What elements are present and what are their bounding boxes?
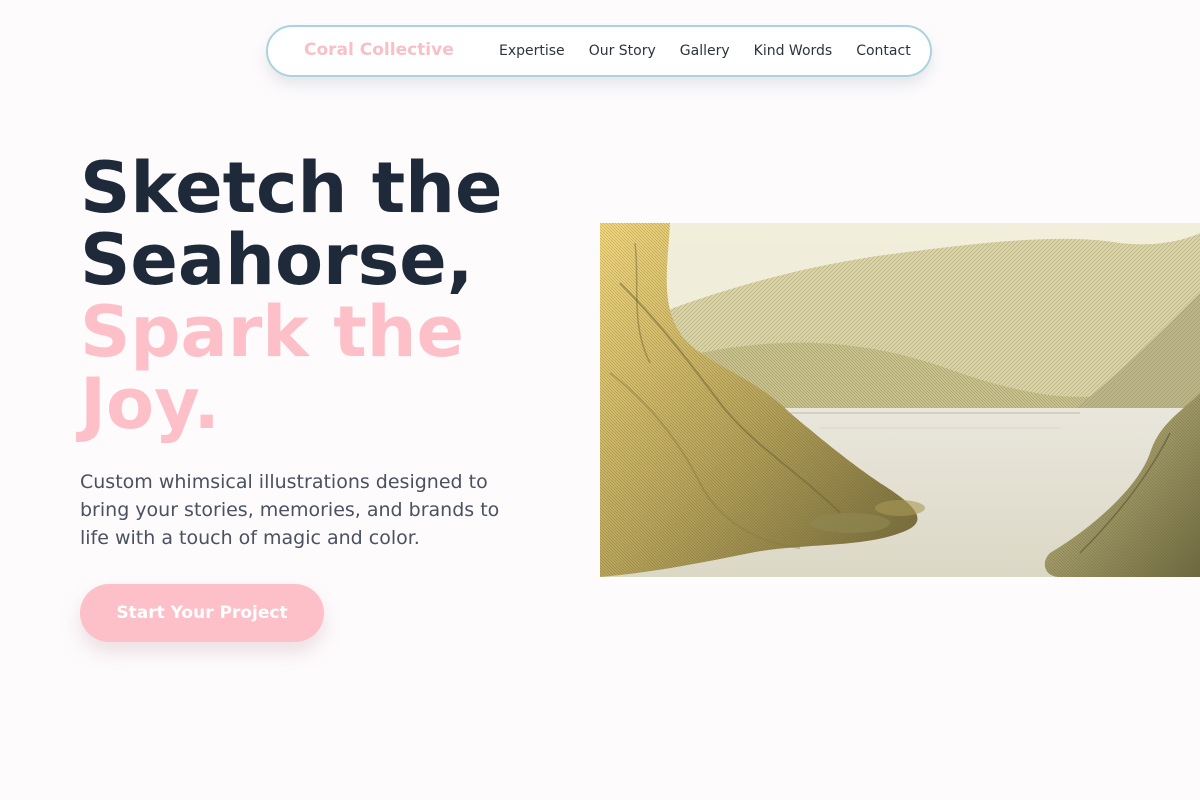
nav-link-expertise[interactable]: Expertise xyxy=(499,43,565,59)
nav-links: Expertise Our Story Gallery Kind Words C… xyxy=(499,43,911,59)
hero-description: Custom whimsical illustrations designed … xyxy=(80,471,500,549)
nav-link-gallery[interactable]: Gallery xyxy=(680,43,730,59)
hero-headline: Sketch the Seahorse, Spark the Joy. xyxy=(80,152,600,440)
nav-link-kind-words[interactable]: Kind Words xyxy=(754,43,833,59)
nav-link-our-story[interactable]: Our Story xyxy=(589,43,656,59)
brand-logo-text[interactable]: Coral Collective xyxy=(304,40,454,60)
headline-line-1: Sketch the xyxy=(80,147,503,229)
headline-accent-line-1: Spark the xyxy=(80,291,464,373)
hero-illustration xyxy=(600,223,1200,577)
headline-accent-line-2: Joy. xyxy=(80,363,220,445)
landing-page: Coral Collective Expertise Our Story Gal… xyxy=(0,0,1200,800)
top-navigation: Coral Collective Expertise Our Story Gal… xyxy=(266,25,932,77)
start-project-button[interactable]: Start Your Project xyxy=(80,584,324,642)
landscape-illustration-image xyxy=(600,223,1200,577)
headline-line-2: Seahorse, xyxy=(80,219,474,301)
nav-link-contact[interactable]: Contact xyxy=(856,43,910,59)
